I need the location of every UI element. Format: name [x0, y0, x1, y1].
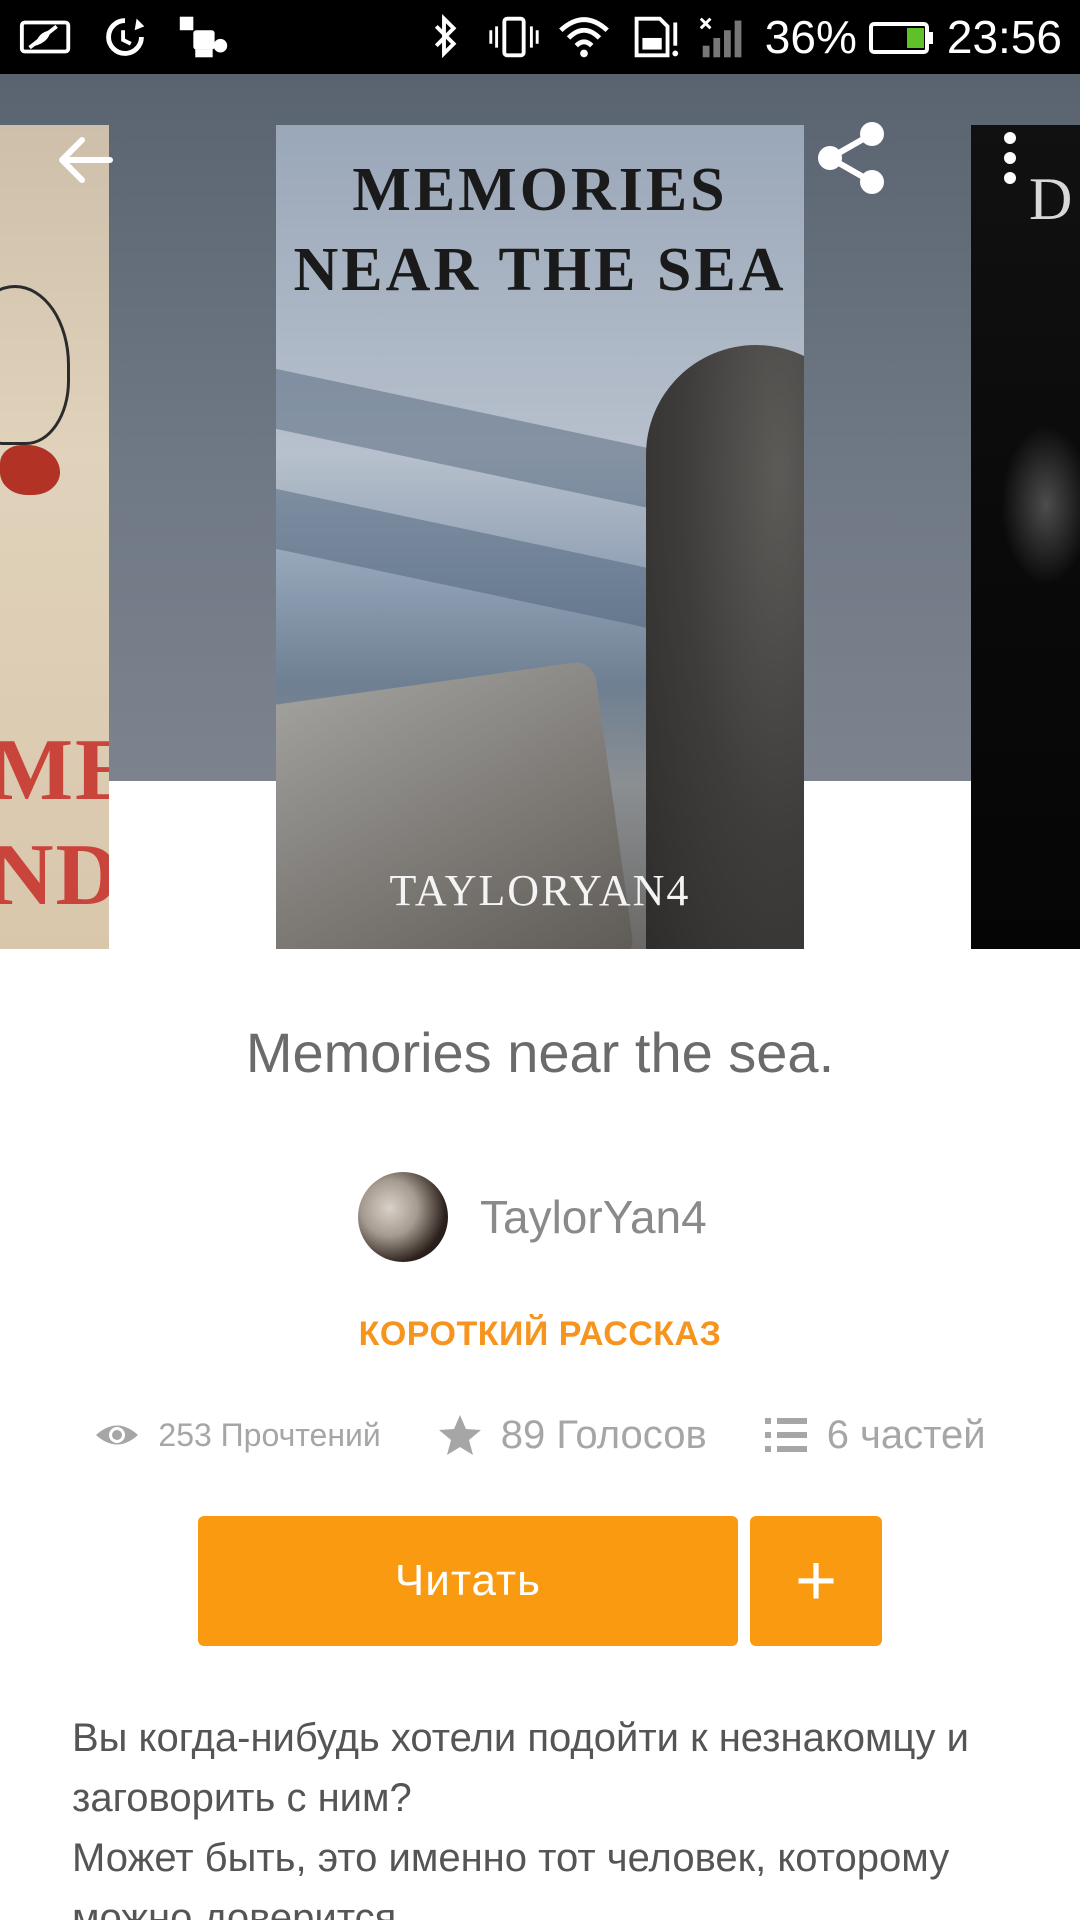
- sync-icon: [96, 12, 154, 62]
- author-name: TaylorYan4: [480, 1191, 707, 1243]
- cover-right-letter: D: [1029, 166, 1073, 232]
- reads-stat: 253 Прочтений: [94, 1412, 381, 1458]
- cover-current[interactable]: MEMORIES NEAR THE SEA TAYLORYAN4: [276, 125, 804, 949]
- signal-icon: [695, 12, 753, 62]
- cover-next[interactable]: D: [971, 125, 1080, 949]
- add-to-library-button[interactable]: +: [750, 1516, 882, 1646]
- battery-percent: 36%: [764, 11, 857, 63]
- cover-bow: [0, 445, 60, 495]
- arrow-left-icon: [59, 137, 113, 183]
- sd-card-alert-icon: [625, 12, 683, 62]
- avatar: [358, 1172, 448, 1262]
- list-icon: [764, 1418, 807, 1452]
- stats-row: 253 Прочтений 89 Голосов 6 частей: [0, 1412, 1080, 1458]
- cover-left-text-2: ND: [0, 827, 109, 924]
- cover-glint: [1001, 425, 1080, 585]
- share-button[interactable]: [812, 118, 892, 198]
- status-bar-left: [18, 12, 232, 62]
- story-details-screen: 36% 23:56 ME ND MEMORIES NEAR THE SEA TA…: [0, 0, 1080, 1920]
- puzzle-icon: [174, 12, 232, 62]
- cover-figure: [646, 345, 804, 949]
- bluetooth-icon: [415, 12, 473, 62]
- battery-icon: [868, 12, 935, 62]
- cover-title-line-2: NEAR THE SEA: [293, 236, 787, 304]
- stamina-mode-icon: [18, 12, 76, 62]
- status-bar: 36% 23:56: [0, 0, 1080, 74]
- more-button[interactable]: [990, 128, 1030, 188]
- genre-link[interactable]: КОРОТКИЙ РАССКАЗ: [0, 1315, 1080, 1354]
- more-vert-icon: [1004, 132, 1016, 184]
- parts-stat: 6 частей: [763, 1412, 986, 1458]
- cover-left-text-1: ME: [0, 722, 109, 819]
- votes-stat: 89 Голосов: [437, 1412, 707, 1458]
- clock: 23:56: [946, 11, 1062, 63]
- description-line: Может быть, это именно тот человек, кото…: [72, 1836, 950, 1920]
- cover-author: TAYLORYAN4: [389, 866, 691, 915]
- back-button[interactable]: [50, 125, 120, 195]
- vibrate-icon: [485, 12, 543, 62]
- share-icon: [818, 122, 884, 194]
- description-line: Вы когда-нибудь хотели подойти к незнако…: [72, 1716, 969, 1820]
- star-icon: [438, 1415, 481, 1455]
- wifi-icon: [555, 12, 613, 62]
- status-bar-right: 36% 23:56: [415, 10, 1062, 64]
- author-link[interactable]: TaylorYan4: [358, 1172, 707, 1262]
- book-title: Memories near the sea.: [245, 1021, 835, 1084]
- eye-icon: [96, 1425, 139, 1445]
- votes-count: 89 Голосов: [500, 1412, 707, 1457]
- cover-title-line-1: MEMORIES: [352, 156, 728, 224]
- read-button[interactable]: Читать: [198, 1516, 738, 1646]
- cover-sketch: [0, 285, 70, 445]
- reads-count: 253 Прочтений: [158, 1416, 381, 1453]
- description: Вы когда-нибудь хотели подойти к незнако…: [72, 1708, 1012, 1920]
- cover-previous[interactable]: ME ND: [0, 125, 109, 949]
- parts-count: 6 частей: [826, 1412, 986, 1457]
